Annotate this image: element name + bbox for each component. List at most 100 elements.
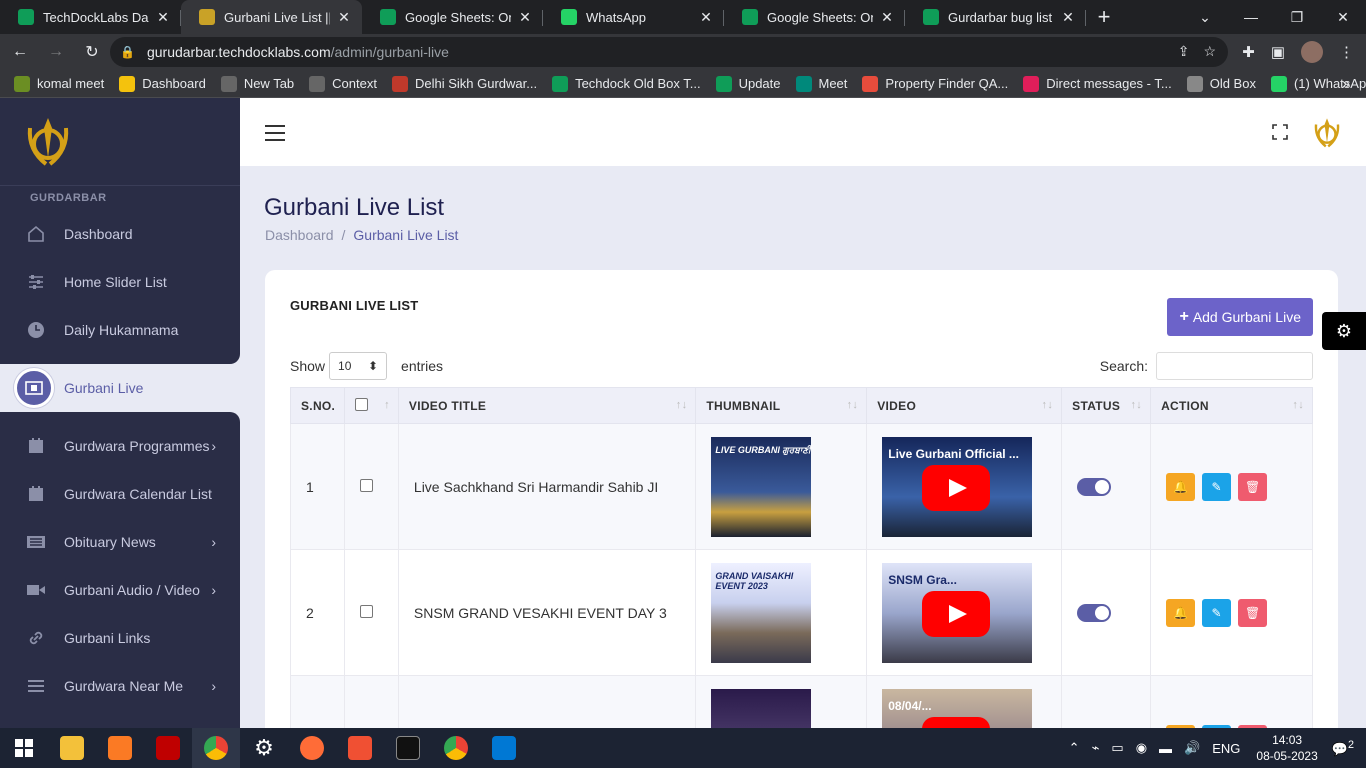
column-header-video[interactable]: VIDEO ↑↓: [866, 387, 1063, 424]
tab-close-icon[interactable]: ✕: [336, 9, 352, 26]
column-header-video-title[interactable]: VIDEO TITLE ↑↓: [397, 387, 697, 424]
file-explorer-icon[interactable]: [48, 728, 96, 768]
clock[interactable]: 14:03 08-05-2023: [1256, 732, 1317, 764]
bookmark-item[interactable]: New Tab: [220, 75, 294, 92]
column-header-thumbnail[interactable]: THUMBNAIL ↑↓: [695, 387, 868, 424]
tab-close-icon[interactable]: ✕: [698, 9, 714, 26]
share-icon[interactable]: ⇪: [1178, 43, 1190, 60]
edit-button[interactable]: ✎: [1202, 598, 1232, 627]
chrome-menu-icon[interactable]: ⋮: [1339, 43, 1354, 61]
browser-tab[interactable]: Gurdarbar bug list - G ✕: [905, 0, 1086, 34]
sidebar-item-gurbani-audio-video[interactable]: Gurbani Audio / Video ›: [0, 566, 240, 614]
browser-tab[interactable]: Google Sheets: Online ✕: [362, 0, 543, 34]
notify-button[interactable]: 🔔: [1166, 598, 1196, 627]
side-panel-icon[interactable]: ▣: [1271, 43, 1285, 61]
tab-close-icon[interactable]: ✕: [155, 9, 171, 26]
sidebar-item-gurdwara-calendar-list[interactable]: Gurdwara Calendar List: [0, 470, 240, 518]
xampp-icon[interactable]: [96, 728, 144, 768]
search-input[interactable]: [1156, 352, 1313, 380]
sidebar-item-gurbani-links[interactable]: Gurbani Links: [0, 614, 240, 662]
settings-app-icon[interactable]: ⚙: [240, 728, 288, 768]
entries-select[interactable]: 10 ⬍: [329, 352, 388, 380]
hamburger-menu-icon[interactable]: [265, 125, 285, 146]
browser-tab[interactable]: Google Sheets: Online ✕: [724, 0, 905, 34]
extensions-icon[interactable]: ✚: [1242, 43, 1255, 61]
add-gurbani-live-button[interactable]: + Add Gurbani Live: [1167, 298, 1313, 336]
sidebar-item-gurbani-live[interactable]: Gurbani Live: [0, 364, 240, 412]
tab-search-icon[interactable]: ⌄: [1182, 0, 1228, 34]
vscode-icon[interactable]: [480, 728, 528, 768]
khanda-logo-icon[interactable]: [1312, 116, 1342, 150]
bookmark-item[interactable]: Techdock Old Box T...: [552, 75, 701, 92]
bookmark-item[interactable]: Property Finder QA...: [862, 75, 1008, 92]
sidebar-item-gurdwara-near-me[interactable]: Gurdwara Near Me ›: [0, 662, 240, 710]
video-embed[interactable]: Live Gurbani Official ...: [882, 436, 1033, 537]
battery-icon[interactable]: ▬: [1159, 741, 1172, 756]
sidebar-item-dashboard[interactable]: Dashboard: [0, 210, 240, 258]
row-checkbox[interactable]: [359, 604, 373, 618]
column-header-sno[interactable]: S.NO.: [290, 387, 345, 424]
tab-close-icon[interactable]: ✕: [879, 9, 895, 26]
status-toggle[interactable]: [1077, 477, 1112, 496]
bookmark-item[interactable]: Dashboard: [119, 75, 206, 92]
bookmark-item[interactable]: (1) WhatsApp: [1270, 75, 1366, 92]
bookmark-item[interactable]: Old Box: [1186, 75, 1256, 92]
bookmark-item[interactable]: Update: [715, 75, 781, 92]
browser-tab[interactable]: WhatsApp ✕: [543, 0, 724, 34]
sidebar-item-home-slider-list[interactable]: Home Slider List: [0, 258, 240, 306]
browser-tab[interactable]: TechDockLabs Daily W ✕: [0, 0, 181, 34]
windows-start-icon[interactable]: [0, 728, 48, 768]
youtube-play-icon[interactable]: [922, 716, 991, 728]
breadcrumb-home-link[interactable]: Dashboard: [265, 227, 334, 243]
close-window-button[interactable]: ✕: [1320, 0, 1366, 34]
chrome-icon[interactable]: [192, 728, 240, 768]
tab-close-icon[interactable]: ✕: [1060, 9, 1076, 26]
column-header-action[interactable]: ACTION ↑↓: [1150, 387, 1313, 424]
volume-icon[interactable]: 🔊: [1184, 740, 1200, 756]
more-bookmarks-icon[interactable]: »: [1342, 75, 1350, 91]
notify-button[interactable]: 🔔: [1166, 472, 1196, 501]
select-all-checkbox[interactable]: [354, 397, 368, 411]
sidebar-item-obituary-news[interactable]: Obituary News ›: [0, 518, 240, 566]
bookmark-item[interactable]: Delhi Sikh Gurdwar...: [391, 75, 537, 92]
video-embed[interactable]: SNSM Gra...: [882, 562, 1033, 663]
bookmark-item[interactable]: Meet: [795, 75, 847, 92]
youtube-play-icon[interactable]: [922, 464, 991, 511]
language-indicator[interactable]: ENG: [1212, 741, 1240, 756]
browser-tab[interactable]: Gurbani Live List || Gur ✕: [181, 0, 362, 34]
fullscreen-icon[interactable]: [1272, 124, 1288, 140]
sidebar-logo[interactable]: [0, 98, 240, 186]
status-toggle[interactable]: [1077, 603, 1112, 622]
camera-icon[interactable]: ◉: [1136, 740, 1147, 756]
git-icon[interactable]: [336, 728, 384, 768]
sidebar-item-gurdwara-programmes[interactable]: Gurdwara Programmes ›: [0, 422, 240, 470]
delete-button[interactable]: 🗑: [1238, 598, 1268, 627]
settings-gear-icon[interactable]: ⚙: [1322, 312, 1366, 350]
minimize-button[interactable]: —: [1228, 0, 1274, 34]
notifications-icon[interactable]: 💬2: [1332, 739, 1354, 757]
bookmark-item[interactable]: Context: [309, 75, 377, 92]
terminal-icon[interactable]: [384, 728, 432, 768]
bookmark-item[interactable]: komal meet: [14, 75, 104, 92]
bookmark-star-icon[interactable]: ☆: [1203, 43, 1216, 60]
column-header-select[interactable]: ↑: [343, 387, 399, 424]
new-tab-button[interactable]: +: [1086, 0, 1122, 34]
filezilla-icon[interactable]: [144, 728, 192, 768]
edit-button[interactable]: ✎: [1202, 472, 1232, 501]
delete-button[interactable]: 🗑: [1238, 472, 1268, 501]
network-icon[interactable]: ⌁: [1092, 740, 1100, 756]
column-header-status[interactable]: STATUS ↑↓: [1061, 387, 1152, 424]
tray-chevron-icon[interactable]: ⌃: [1069, 740, 1080, 756]
back-button[interactable]: ←: [4, 36, 36, 68]
youtube-play-icon[interactable]: [922, 590, 991, 637]
profile-avatar[interactable]: [1301, 41, 1323, 63]
chrome-profile-icon[interactable]: [432, 728, 480, 768]
display-icon[interactable]: ▭: [1111, 740, 1123, 756]
sidebar-item-daily-hukamnama[interactable]: Daily Hukamnama: [0, 306, 240, 354]
row-checkbox[interactable]: [359, 478, 373, 492]
url-bar[interactable]: 🔒 gurudarbar.techdocklabs.com /admin/gur…: [110, 37, 1228, 67]
reload-button[interactable]: ↻: [76, 36, 108, 68]
maximize-button[interactable]: ❐: [1274, 0, 1320, 34]
postman-icon[interactable]: [288, 728, 336, 768]
forward-button[interactable]: →: [40, 36, 72, 68]
